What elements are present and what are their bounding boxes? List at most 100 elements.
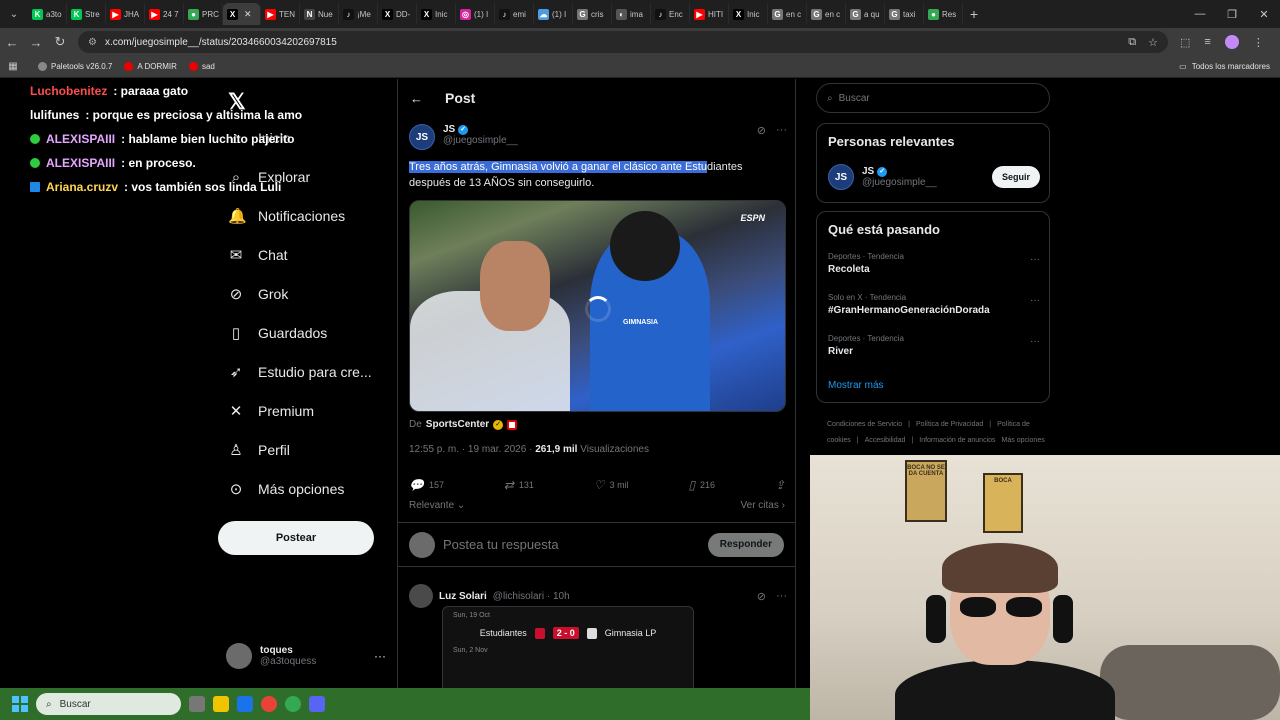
footer-link[interactable]: Información de anuncios	[919, 437, 995, 444]
post-button[interactable]: Postear	[218, 521, 374, 555]
person-name[interactable]: JS	[862, 166, 874, 177]
avatar[interactable]	[409, 584, 433, 608]
browser-tab[interactable]: ♪ emi	[495, 3, 534, 25]
footer-link[interactable]: Política de Privacidad	[916, 421, 983, 428]
close-tab-icon[interactable]: ✕	[244, 9, 252, 20]
chrome-icon[interactable]	[285, 696, 301, 712]
star-icon[interactable]: ☆	[1148, 36, 1158, 49]
browser-tab[interactable]: ♪ ¡Me	[339, 3, 378, 25]
browser-tab[interactable]: ▶ 24 7	[145, 3, 184, 25]
browser-tab[interactable]: Gtaxi	[885, 3, 924, 25]
nav-item-premium[interactable]: ✕ Premium	[228, 396, 314, 426]
discord-icon[interactable]	[309, 696, 325, 712]
profile-avatar[interactable]	[1224, 35, 1239, 49]
nav-item-grok[interactable]: ⊘ Grok	[228, 279, 289, 309]
trend-item[interactable]: Deportes · Tendencia River ···	[828, 334, 1040, 357]
tweet-time[interactable]: 12:55 p. m. · 19 mar. 2026 ·	[409, 444, 532, 455]
browser-tab[interactable]: ▶ JHA	[106, 3, 145, 25]
all-bookmarks[interactable]: ▭ Todos los marcadores	[1179, 62, 1270, 71]
grok-icon[interactable]: ⊘	[757, 590, 766, 603]
reply-tweet[interactable]: Luz Solari @lichisolari · 10h ⊘ ··· Sun, …	[409, 584, 787, 688]
avatar[interactable]: JS	[828, 164, 854, 190]
nav-item-guardados[interactable]: ▯ Guardados	[228, 318, 327, 348]
browser-tab[interactable]: X ✕	[223, 3, 261, 25]
close-window-icon[interactable]: ✕	[1248, 8, 1280, 21]
footer-link[interactable]: Condiciones de Servicio	[827, 421, 902, 428]
source-name[interactable]: SportsCenter	[426, 419, 489, 430]
bookmark-paletools[interactable]: Paletools v26.0.7	[38, 62, 112, 71]
back-icon[interactable]: ←	[0, 35, 24, 50]
forward-icon[interactable]: →	[24, 35, 48, 50]
score-card-image[interactable]: Sun, 19 Oct Estudiantes 2 - 0 Gimnasia L…	[442, 606, 694, 688]
more-icon[interactable]: ···	[776, 590, 787, 603]
nav-item-perfil[interactable]: ♙ Perfil	[228, 435, 290, 465]
new-tab-button[interactable]: +	[963, 6, 985, 22]
video-player[interactable]: GIMNASIA ESPN	[409, 200, 786, 412]
apps-grid-icon[interactable]: ▦	[0, 61, 26, 72]
person-row[interactable]: JS JS ✓ @juegosimple__ Seguir	[828, 164, 1040, 190]
tab-search-icon[interactable]: ⌄	[0, 0, 28, 28]
menu-icon[interactable]: ⋮	[1253, 36, 1264, 49]
browser-tab[interactable]: X DD-	[378, 3, 417, 25]
footer-link[interactable]: Accesibilidad	[865, 437, 906, 444]
sort-dropdown[interactable]: Relevante ⌄	[409, 500, 465, 511]
grok-icon[interactable]: ⊘	[757, 124, 766, 152]
view-quotes-link[interactable]: Ver citas ›	[741, 500, 785, 511]
reload-icon[interactable]: ↻	[48, 34, 72, 50]
browser-tab[interactable]: ● Res	[924, 3, 963, 25]
windows-start-icon[interactable]	[12, 696, 28, 712]
site-info-icon[interactable]: ⚙	[88, 37, 97, 48]
browser-tab[interactable]: N Nue	[300, 3, 339, 25]
bookmark-action[interactable]: ▯ 216	[688, 478, 715, 492]
reply-author-name[interactable]: Luz Solari	[439, 591, 487, 602]
browser-tab[interactable]: Gcris	[573, 3, 612, 25]
reply-button[interactable]: Responder	[707, 532, 784, 557]
trend-item[interactable]: Deportes · Tendencia Recoleta ···	[828, 252, 1040, 275]
file-explorer-icon[interactable]	[213, 696, 229, 712]
more-icon[interactable]: ···	[1030, 254, 1040, 265]
more-icon[interactable]: ···	[776, 124, 787, 152]
browser-tab[interactable]: Gen c	[807, 3, 846, 25]
bookmark-sad[interactable]: sad	[188, 62, 215, 71]
reading-list-icon[interactable]: ≡	[1204, 36, 1210, 48]
edge-icon[interactable]	[237, 696, 253, 712]
author-handle[interactable]: @juegosimple__	[443, 135, 518, 146]
bookmark-a-dormir[interactable]: A DORMIR	[124, 62, 177, 71]
browser-tab[interactable]: ◎ (1) I	[456, 3, 495, 25]
nav-item-chat[interactable]: ✉ Chat	[228, 240, 288, 270]
browser-tab[interactable]: ☁ (1) I	[534, 3, 573, 25]
browser-tab[interactable]: ♪ Enc	[651, 3, 690, 25]
nav-item-estudio-para-cre[interactable]: ➶ Estudio para cre...	[228, 357, 372, 387]
taskbar-search[interactable]: ⌕ Buscar	[36, 693, 181, 715]
like-action[interactable]: ♡ 3 mil	[594, 478, 629, 492]
nav-item-más-opciones[interactable]: ⊙ Más opciones	[228, 474, 345, 504]
search-input[interactable]: ⌕ Buscar	[816, 83, 1050, 113]
address-bar[interactable]: ⚙ x.com/juegosimple__/status/20346600342…	[78, 31, 1168, 53]
browser-tab[interactable]: ▶ HITI	[690, 3, 729, 25]
more-icon[interactable]: ···	[374, 649, 386, 663]
extensions-icon[interactable]: ⬚	[1180, 36, 1190, 49]
account-switcher[interactable]: toques @a3toquess ···	[226, 641, 386, 671]
back-arrow-icon[interactable]: ←	[410, 91, 423, 106]
share-action[interactable]: ⇪	[775, 478, 785, 492]
browser-tab[interactable]: ● PRC	[184, 3, 223, 25]
browser-tab[interactable]: X Inic	[417, 3, 456, 25]
reply-input[interactable]: Postea tu respuesta	[443, 537, 559, 552]
repost-action[interactable]: ⇄ 131	[504, 478, 534, 492]
browser-tab[interactable]: ▶ TEN	[261, 3, 300, 25]
author-name[interactable]: JS	[443, 124, 455, 135]
browser-tab[interactable]: Ga qu	[846, 3, 885, 25]
more-icon[interactable]: ···	[1030, 295, 1040, 306]
minimize-icon[interactable]: —	[1184, 8, 1216, 21]
maximize-icon[interactable]: ❐	[1216, 8, 1248, 21]
more-icon[interactable]: ···	[1030, 336, 1040, 347]
avatar[interactable]: JS	[409, 124, 435, 150]
nav-item-notificaciones[interactable]: 🔔 Notificaciones	[228, 201, 345, 231]
show-more-link[interactable]: Mostrar más	[828, 380, 884, 391]
opera-icon[interactable]	[261, 696, 277, 712]
browser-tab[interactable]: X Inic	[729, 3, 768, 25]
browser-tab[interactable]: Ka3to	[28, 3, 67, 25]
browser-tab[interactable]: K Stre	[67, 3, 106, 25]
reply-action[interactable]: 💬 157	[409, 478, 444, 492]
task-view-icon[interactable]	[189, 696, 205, 712]
